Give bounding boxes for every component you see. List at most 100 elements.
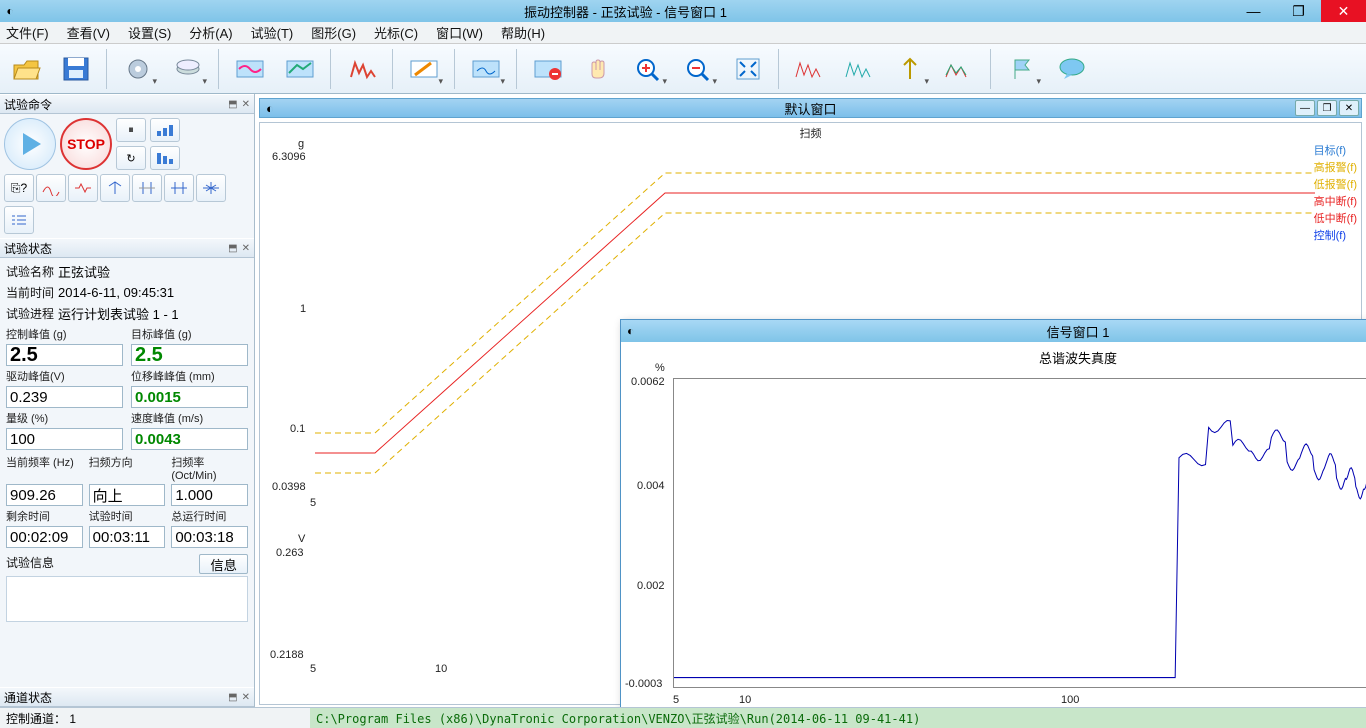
disp-peak-value: 0.0015 (131, 386, 248, 408)
tool-limit-button[interactable] (278, 48, 322, 90)
sweep-ymax: 6.3096 (272, 151, 306, 163)
legend-target: 目标(f) (1310, 143, 1361, 160)
cmd-tool-4[interactable] (100, 174, 130, 202)
open-button[interactable] (4, 48, 48, 90)
mdi-restore-button[interactable]: ❐ (1317, 100, 1337, 116)
pin-icon[interactable]: ⬒ (228, 692, 237, 703)
sweep-dir-value: 向上 (89, 484, 166, 506)
channel-panel-title: 通道状态 (4, 689, 52, 706)
bars-up-button[interactable] (150, 118, 180, 142)
sweep-ymid2: 0.1 (290, 423, 305, 435)
wave-teal-button[interactable] (838, 48, 882, 90)
toolbar: ▾ ▾ ▾ ▾ ▾ ▾ ▾ ▾ (0, 44, 1366, 94)
stop-button[interactable]: STOP (60, 118, 112, 170)
test-time-value: 00:03:11 (89, 526, 166, 548)
cmd-tool-7[interactable] (196, 174, 226, 202)
tool-channel-button[interactable] (228, 48, 272, 90)
statusbar-channel: 控制通道： 1 (0, 710, 310, 727)
menubar: 文件(F) 查看(V) 设置(S) 分析(A) 试验(T) 图形(G) 光标(C… (0, 22, 1366, 44)
cmd-tool-2[interactable] (36, 174, 66, 202)
minimize-button[interactable]: — (1231, 0, 1276, 22)
legend-lo-alarm: 低报警(f) (1310, 177, 1361, 194)
menu-view[interactable]: 查看(V) (67, 23, 110, 42)
pin-icon[interactable]: ⬒ (228, 243, 237, 254)
drive-x0: 5 (310, 663, 316, 675)
menu-graphics[interactable]: 图形(G) (311, 23, 356, 42)
bars-down-button[interactable] (150, 146, 180, 170)
status-panel-header: 试验状态 ⬒✕ (0, 238, 254, 258)
menu-window[interactable]: 窗口(W) (436, 23, 483, 42)
zoom-out-button[interactable]: ▾ (676, 48, 720, 90)
zoom-in-button[interactable]: ▾ (626, 48, 670, 90)
cmd-tool-3[interactable] (68, 174, 98, 202)
close-button[interactable]: ✕ (1321, 0, 1366, 22)
maximize-button[interactable]: ❐ (1276, 0, 1321, 22)
sweep-y-unit: g (298, 138, 304, 150)
disk-button[interactable]: ▾ (166, 48, 210, 90)
disp-peak-label: 位移峰峰值 (mm) (131, 368, 248, 384)
pin-icon[interactable]: ⬒ (228, 99, 237, 110)
cursor-tool-button[interactable]: ▾ (888, 48, 932, 90)
test-name-label: 试验名称 (6, 263, 54, 280)
fit-button[interactable] (726, 48, 770, 90)
mdi-min-button[interactable]: — (1295, 100, 1315, 116)
tool-preview-button[interactable]: ▾ (464, 48, 508, 90)
refresh-button[interactable]: ↻ (116, 146, 146, 170)
play-button[interactable] (4, 118, 56, 170)
thd-ymid2: 0.002 (637, 580, 665, 592)
thd-ymax: 0.0062 (631, 376, 665, 388)
menu-cursor[interactable]: 光标(C) (374, 23, 418, 42)
remain-label: 剩余时间 (6, 508, 83, 524)
drive-ymin: 0.2188 (270, 649, 304, 661)
thd-chart[interactable] (673, 378, 1366, 688)
close-panel-icon[interactable]: ✕ (242, 99, 250, 110)
menu-help[interactable]: 帮助(H) (501, 23, 545, 42)
flag-button[interactable]: ▾ (1000, 48, 1044, 90)
hand-button[interactable] (576, 48, 620, 90)
tool-spectrum-button[interactable] (340, 48, 384, 90)
cmd-tool-1[interactable]: ⎘? (4, 174, 34, 202)
total-time-value: 00:03:18 (171, 526, 248, 548)
menu-file[interactable]: 文件(F) (6, 23, 49, 42)
wave-red-button[interactable] (788, 48, 832, 90)
thd-x2: 100 (1061, 694, 1079, 706)
sweep-dir-label: 扫频方向 (89, 454, 166, 482)
drive-ymax: 0.263 (276, 547, 304, 559)
ctrl-peak-label: 控制峰值 (g) (6, 326, 123, 342)
mdi-close-button[interactable]: ✕ (1339, 100, 1359, 116)
cmd-tool-6[interactable] (164, 174, 194, 202)
content-area: ◐ 默认窗口 — ❐ ✕ 扫频 g 6.3096 1 0.1 0.0398 5 (255, 94, 1366, 707)
pause-button[interactable]: ⏸ (116, 118, 146, 142)
cmd-tool-list[interactable] (4, 206, 34, 234)
test-time-label: 试验时间 (89, 508, 166, 524)
progress-value: 运行计划表试验 1 - 1 (58, 304, 248, 323)
gear-button[interactable]: ▾ (116, 48, 160, 90)
vel-peak-label: 速度峰值 (m/s) (131, 410, 248, 426)
wave-multi-button[interactable] (938, 48, 982, 90)
test-info-label: 试验信息 (6, 556, 54, 570)
signal-window-header[interactable]: ◐ 信号窗口 1 — ❐ ✕ (621, 320, 1366, 342)
chat-button[interactable] (1050, 48, 1094, 90)
close-panel-icon[interactable]: ✕ (242, 692, 250, 703)
default-window-header[interactable]: ◐ 默认窗口 — ❐ ✕ (259, 98, 1362, 118)
legend-hi-alarm: 高报警(f) (1310, 160, 1361, 177)
close-panel-icon[interactable]: ✕ (242, 243, 250, 254)
curr-freq-label: 当前频率 (Hz) (6, 454, 83, 482)
vel-peak-value: 0.0043 (131, 428, 248, 450)
legend-hi-abort: 高中断(f) (1310, 194, 1361, 211)
menu-settings[interactable]: 设置(S) (128, 23, 171, 42)
ctrl-peak-value: 2.5 (6, 344, 123, 366)
menu-test[interactable]: 试验(T) (251, 23, 294, 42)
menu-analysis[interactable]: 分析(A) (189, 23, 232, 42)
cmd-tool-5[interactable] (132, 174, 162, 202)
curr-freq-value: 909.26 (6, 484, 83, 506)
level-pct-value: 100 (6, 428, 123, 450)
statusbar-path: C:\Program Files (x86)\DynaTronic Corpor… (310, 708, 1366, 728)
current-time-value: 2014-6-11, 09:45:31 (58, 285, 248, 300)
signal-window[interactable]: ◐ 信号窗口 1 — ❐ ✕ 总谐波失真度 % THD1(f) 0.0062 0… (620, 319, 1366, 707)
current-time-label: 当前时间 (6, 284, 54, 301)
save-button[interactable] (54, 48, 98, 90)
tool-disable-button[interactable] (526, 48, 570, 90)
tool-edit-button[interactable]: ▾ (402, 48, 446, 90)
info-button[interactable]: 信息 (199, 554, 248, 574)
